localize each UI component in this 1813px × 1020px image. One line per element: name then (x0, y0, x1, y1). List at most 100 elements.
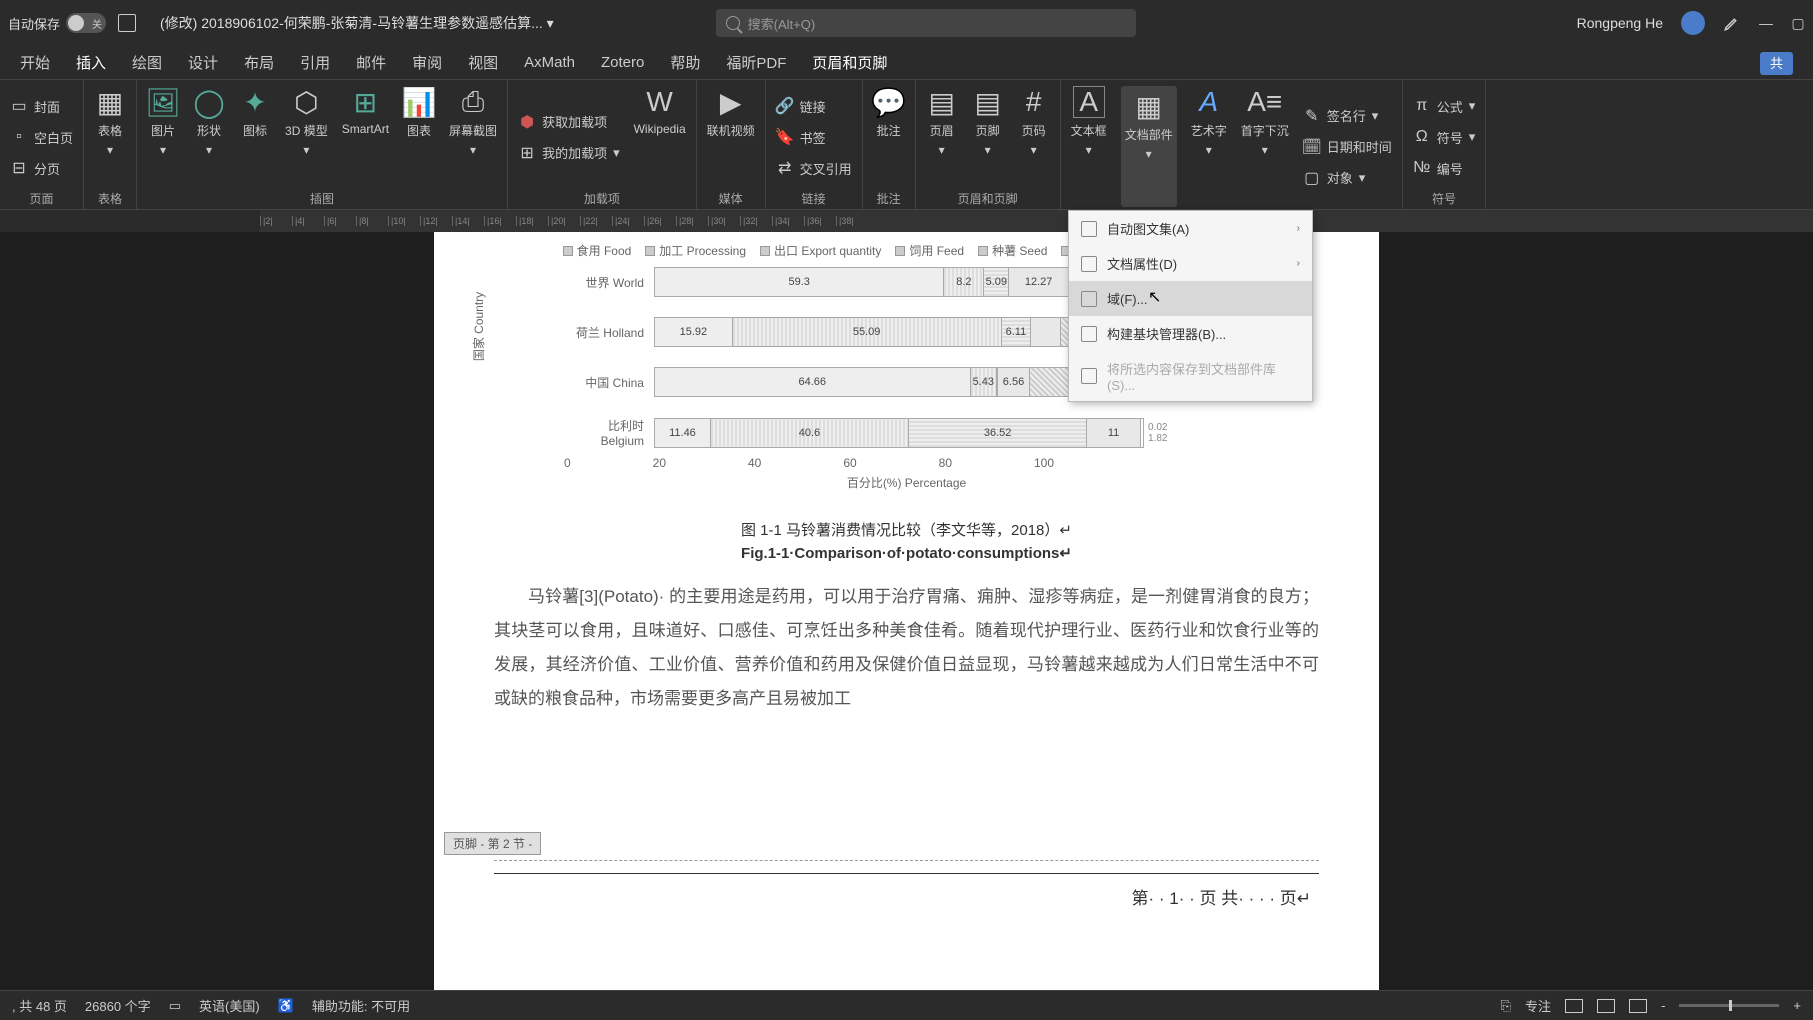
bookmark-button[interactable]: 🔖书签 (776, 124, 852, 151)
footer-section-label[interactable]: 页脚 - 第 2 节 - (444, 832, 541, 855)
quickparts-button[interactable]: ▦文档部件▾ (1121, 86, 1177, 207)
footer-button[interactable]: ▤页脚▾ (972, 86, 1004, 188)
tab-references[interactable]: 引用 (300, 52, 330, 73)
3dmodel-button[interactable]: ⬡3D 模型▾ (285, 86, 328, 188)
dd-blocks[interactable]: 构建基块管理器(B)... (1069, 316, 1312, 351)
textbox-button[interactable]: A文本框▾ (1071, 86, 1107, 207)
figure-caption-cn: 图 1-1 马铃薯消费情况比较（李文华等，2018）↵ (434, 519, 1379, 540)
status-focus[interactable]: 专注 (1525, 996, 1551, 1015)
ruler[interactable]: |2||4||6||8||10||12||14||16||18||20||22|… (0, 210, 1813, 232)
tab-insert[interactable]: 插入 (76, 52, 106, 73)
group-tables: ▦表格▾ 表格 (84, 80, 137, 209)
tab-zotero[interactable]: Zotero (601, 54, 644, 71)
footer-area[interactable]: 第· · 1· · 页 共· · · · 页↵ (494, 860, 1319, 990)
title-right: Rongpeng He — ▢ (1577, 11, 1805, 35)
tab-help[interactable]: 帮助 (670, 52, 700, 73)
page-number-text[interactable]: 第· · 1· · 页 共· · · · 页↵ (494, 884, 1319, 909)
get-addins-button[interactable]: ⬢获取加载项 (518, 108, 620, 135)
autosave-toggle[interactable]: 自动保存 关 (8, 13, 106, 33)
wordart-button[interactable]: A艺术字▾ (1191, 86, 1227, 207)
dd-docprops[interactable]: 文档属性(D)› (1069, 246, 1312, 281)
crossref-button[interactable]: ⇄交叉引用 (776, 155, 852, 182)
blank-page-button[interactable]: ▫空白页 (10, 124, 73, 151)
maximize-button[interactable]: ▢ (1791, 16, 1805, 30)
tab-review[interactable]: 审阅 (412, 52, 442, 73)
tab-header-footer[interactable]: 页眉和页脚 (812, 52, 887, 73)
object-button[interactable]: ▢对象 ▾ (1303, 164, 1392, 191)
online-video-button[interactable]: ▶联机视频 (707, 86, 755, 188)
dropcap-button[interactable]: A≡首字下沉▾ (1241, 86, 1289, 207)
save-icon[interactable] (118, 14, 136, 32)
table-button[interactable]: ▦表格▾ (94, 86, 126, 188)
page-break-button[interactable]: ⊟分页 (10, 155, 73, 182)
smartart-button[interactable]: ⊞SmartArt (342, 86, 389, 188)
save-sel-icon (1081, 368, 1097, 384)
pagenum-button[interactable]: #页码▾ (1018, 86, 1050, 188)
avatar[interactable] (1681, 11, 1705, 35)
tab-axmath[interactable]: AxMath (524, 54, 575, 71)
toggle-switch[interactable]: 关 (66, 13, 106, 33)
tab-layout[interactable]: 布局 (244, 52, 274, 73)
group-symbols: π公式 ▾ Ω符号 ▾ №编号 符号 (1402, 80, 1487, 209)
status-words[interactable]: 26860 个字 (85, 996, 151, 1015)
status-lang-icon: ▭ (169, 998, 181, 1014)
my-addins-button[interactable]: ⊞我的加载项 ▾ (518, 139, 620, 166)
group-label-pages: 页面 (10, 188, 73, 207)
document-area[interactable]: 食用 Food 加工 Processing 出口 Export quantity… (0, 232, 1813, 990)
group-label-symbols: 符号 (1413, 188, 1476, 207)
header-button[interactable]: ▤页眉▾ (926, 86, 958, 188)
tab-draw[interactable]: 绘图 (132, 52, 162, 73)
wikipedia-button[interactable]: WWikipedia (634, 86, 686, 188)
icons-button[interactable]: ✦图标 (239, 86, 271, 188)
body-paragraph[interactable]: 马铃薯[3](Potato)· 的主要用途是药用，可以用于治疗胃痛、痈肿、湿疹等… (434, 562, 1379, 716)
dropcap-icon: A≡ (1249, 86, 1281, 118)
link-button[interactable]: 🔗链接 (776, 93, 852, 120)
tab-foxit[interactable]: 福昕PDF (726, 52, 786, 73)
symbol-button[interactable]: Ω符号 ▾ (1413, 124, 1476, 151)
group-label-comments: 批注 (873, 188, 905, 207)
tab-view[interactable]: 视图 (468, 52, 498, 73)
pen-icon[interactable] (1723, 14, 1741, 32)
link-icon: 🔗 (776, 97, 794, 115)
datetime-button[interactable]: 🗓日期和时间 (1303, 133, 1392, 160)
textbox-icon: A (1073, 86, 1105, 118)
table-icon: ▦ (94, 86, 126, 118)
screenshot-button[interactable]: ⎙屏幕截图▾ (449, 86, 497, 188)
tab-design[interactable]: 设计 (188, 52, 218, 73)
status-accessibility[interactable]: 辅助功能: 不可用 (312, 996, 410, 1015)
zoom-in-button[interactable]: + (1793, 998, 1801, 1013)
read-mode-button[interactable] (1565, 999, 1583, 1013)
group-comments: 💬批注 批注 (863, 80, 916, 209)
cover-page-button[interactable]: ▭封面 (10, 93, 73, 120)
dd-autotext[interactable]: 自动图文集(A)› (1069, 211, 1312, 246)
legend-item: 饲用 Feed (895, 242, 964, 259)
web-layout-button[interactable] (1629, 999, 1647, 1013)
signature-button[interactable]: ✎签名行 ▾ (1303, 102, 1392, 129)
status-pages[interactable]: , 共 48 页 (12, 996, 67, 1015)
zoom-out-button[interactable]: - (1661, 998, 1665, 1013)
search-input[interactable]: 搜索(Alt+Q) (716, 9, 1136, 37)
number-button[interactable]: №编号 (1413, 155, 1476, 182)
tab-mailings[interactable]: 邮件 (356, 52, 386, 73)
tab-start[interactable]: 开始 (20, 52, 50, 73)
group-media: ▶联机视频 媒体 (697, 80, 766, 209)
quickparts-icon: ▦ (1133, 90, 1165, 122)
zoom-slider[interactable] (1679, 1004, 1779, 1007)
chart-button[interactable]: 📊图表 (403, 86, 435, 188)
shapes-button[interactable]: ◯形状▾ (193, 86, 225, 188)
status-language[interactable]: 英语(美国) (199, 996, 260, 1015)
icons-icon: ✦ (239, 86, 271, 118)
chevron-right-icon: › (1297, 223, 1300, 234)
comment-button[interactable]: 💬批注 (873, 86, 905, 188)
equation-button[interactable]: π公式 ▾ (1413, 93, 1476, 120)
print-layout-button[interactable] (1597, 999, 1615, 1013)
doc-title[interactable]: (修改) 2018906102-何荣鹏-张菊清-马铃薯生理参数遥感估算... ▾ (160, 13, 554, 33)
pictures-button[interactable]: 🖼图片▾ (147, 86, 179, 188)
number-icon: № (1413, 159, 1431, 177)
user-name[interactable]: Rongpeng He (1577, 15, 1663, 31)
share-button[interactable]: 共 (1760, 52, 1793, 75)
legend-item: 种薯 Seed (978, 242, 1047, 259)
dd-field[interactable]: 域(F)... (1069, 281, 1312, 316)
accessibility-icon: ♿ (278, 998, 294, 1014)
minimize-button[interactable]: — (1759, 16, 1773, 30)
